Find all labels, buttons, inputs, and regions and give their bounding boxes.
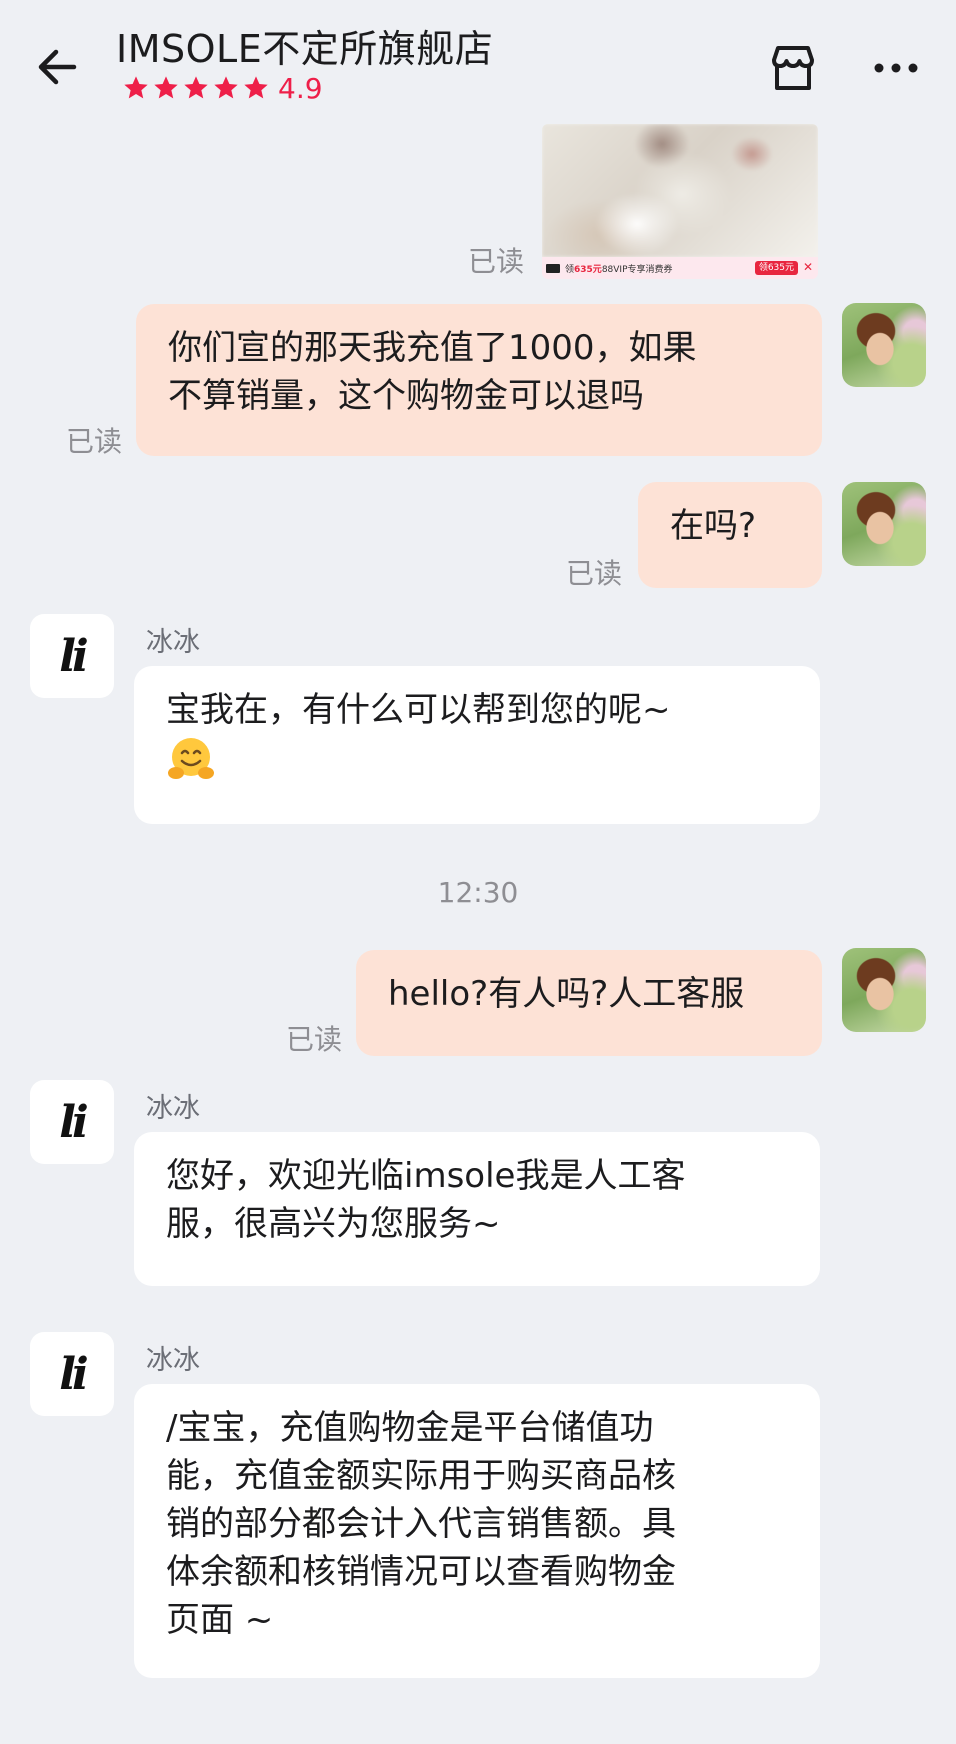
shop-button[interactable] — [768, 42, 818, 94]
message-line: 宝我在，有什么可以帮到您的呢~ — [166, 690, 671, 730]
read-receipt: 已读 — [468, 245, 525, 278]
shop-avatar[interactable]: li — [30, 1332, 114, 1416]
star-icon — [184, 76, 208, 99]
message-bubble-received[interactable]: 宝我在，有什么可以帮到您的呢~ — [134, 666, 820, 824]
product-photo — [542, 124, 818, 257]
arrow-left-icon — [38, 49, 77, 85]
star-icon — [244, 76, 268, 99]
message-bubble-received[interactable]: 您好，欢迎光临imsole我是人工客 服，很高兴为您服务~ — [134, 1132, 820, 1286]
message-line: 体余额和核销情况可以查看购物金 — [166, 1552, 676, 1592]
claim-coupon-button[interactable]: 领635元 — [754, 261, 798, 275]
message-line: 能，充值金额实际用于购买商品核 — [166, 1456, 676, 1496]
my-avatar[interactable] — [842, 303, 926, 387]
shop-avatar[interactable]: li — [30, 1080, 114, 1164]
star-icon — [214, 76, 238, 99]
message-line: 页面 ~ — [166, 1600, 274, 1640]
my-avatar[interactable] — [842, 482, 926, 566]
message-line: 在吗? — [670, 506, 757, 546]
back-button[interactable] — [34, 40, 88, 94]
rating-stars — [122, 74, 270, 102]
read-receipt: 已读 — [286, 1023, 343, 1056]
message-line: 服，很高兴为您服务~ — [166, 1204, 501, 1244]
message-bubble-sent[interactable]: hello?有人吗?人工客服 — [356, 950, 822, 1056]
message-bubble-sent[interactable]: 在吗? — [638, 482, 822, 588]
agent-name: 冰冰 — [146, 1093, 200, 1124]
timestamp: 12:30 — [437, 876, 519, 909]
shop-rating: 4.9 — [122, 70, 323, 106]
close-icon[interactable]: ✕ — [803, 260, 813, 274]
store-icon — [772, 46, 814, 90]
shop-logo: li — [59, 1348, 89, 1400]
agent-name: 冰冰 — [146, 1345, 200, 1376]
brand-logo-icon — [546, 263, 560, 273]
my-avatar[interactable] — [842, 948, 926, 1032]
star-icon — [154, 76, 178, 99]
banner-text: 88VIP专享消费券 — [601, 264, 673, 275]
message-line: 销的部分都会计入代言销售额。具 — [166, 1504, 676, 1544]
read-receipt: 已读 — [566, 557, 623, 590]
more-dots-icon — [874, 63, 918, 73]
message-bubble-sent[interactable]: 你们宣的那天我充值了1000，如果 不算销量，这个购物金可以退吗 — [136, 304, 822, 456]
more-options-button[interactable] — [870, 50, 922, 86]
agent-name: 冰冰 — [146, 627, 200, 658]
message-line: 您好，欢迎光临imsole我是人工客 — [166, 1156, 686, 1196]
message-line: 你们宣的那天我充值了1000，如果 — [168, 328, 697, 368]
emoji-line — [166, 734, 788, 785]
shop-logo: li — [59, 1096, 89, 1148]
message-bubble-received[interactable]: /宝宝，充值购物金是平台储值功 能，充值金额实际用于购买商品核 销的部分都会计入… — [134, 1384, 820, 1678]
image-message[interactable]: 领 635元 88VIP专享消费券 领635元 ✕ — [542, 124, 818, 279]
shop-title[interactable]: IMSOLE不定所旗舰店 — [116, 18, 493, 73]
hugging-face-emoji-icon — [168, 737, 214, 779]
banner-prefix: 领 — [565, 264, 575, 275]
message-line: hello?有人吗?人工客服 — [388, 974, 745, 1014]
shop-logo: li — [59, 630, 89, 682]
message-line: 不算销量，这个购物金可以退吗 — [168, 376, 644, 416]
star-icon — [124, 76, 148, 99]
read-receipt: 已读 — [66, 425, 123, 458]
banner-amount: 635元 — [574, 264, 602, 275]
coupon-banner[interactable]: 领 635元 88VIP专享消费券 领635元 ✕ — [542, 257, 818, 279]
rating-value: 4.9 — [278, 71, 323, 105]
message-line: /宝宝，充值购物金是平台储值功 — [166, 1408, 654, 1448]
shop-avatar[interactable]: li — [30, 614, 114, 698]
